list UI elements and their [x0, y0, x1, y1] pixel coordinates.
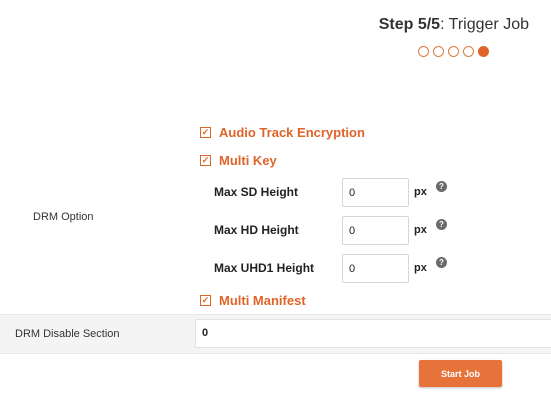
max-sd-height-input[interactable] — [342, 178, 409, 207]
multi-manifest-option[interactable]: ✓ Multi Manifest — [200, 293, 306, 308]
max-sd-height-unit: px — [414, 186, 427, 198]
step-dot-2 — [433, 46, 444, 57]
step-dot-5-active — [478, 46, 489, 57]
max-hd-height-input[interactable] — [342, 216, 409, 245]
checkmark-icon[interactable]: ✓ — [200, 127, 211, 138]
drm-disable-section-row: DRM Disable Section 0 — [0, 314, 551, 354]
step-title: Step 5/5: Trigger Job — [379, 16, 529, 34]
checkmark-icon[interactable]: ✓ — [200, 155, 211, 166]
max-hd-height-unit: px — [414, 224, 427, 236]
audio-track-encryption-label[interactable]: Audio Track Encryption — [219, 125, 365, 140]
step-dot-3 — [448, 46, 459, 57]
step-header: Step 5/5: Trigger Job — [379, 16, 529, 34]
step-name: : Trigger Job — [440, 16, 529, 33]
drm-disable-section-field[interactable]: 0 — [195, 319, 551, 348]
max-uhd1-height-label: Max UHD1 Height — [214, 261, 315, 275]
drm-option-label: DRM Option — [33, 211, 94, 223]
max-hd-height-label: Max HD Height — [214, 223, 299, 237]
multi-manifest-label[interactable]: Multi Manifest — [219, 293, 306, 308]
start-job-button[interactable]: Start Job — [419, 360, 502, 387]
help-icon[interactable]: ? — [436, 219, 447, 230]
audio-track-encryption-option[interactable]: ✓ Audio Track Encryption — [200, 125, 365, 140]
multi-key-label[interactable]: Multi Key — [219, 153, 277, 168]
drm-disable-section-label: DRM Disable Section — [15, 328, 120, 340]
max-sd-height-label: Max SD Height — [214, 185, 299, 199]
help-icon[interactable]: ? — [436, 181, 447, 192]
multi-key-option[interactable]: ✓ Multi Key — [200, 153, 277, 168]
help-icon[interactable]: ? — [436, 257, 447, 268]
checkmark-icon[interactable]: ✓ — [200, 295, 211, 306]
max-uhd1-height-input[interactable] — [342, 254, 409, 283]
step-number: Step 5/5 — [378, 16, 441, 33]
step-dot-1 — [418, 46, 429, 57]
max-uhd1-height-unit: px — [414, 262, 427, 274]
step-progress-dots — [418, 46, 489, 57]
step-dot-4 — [463, 46, 474, 57]
